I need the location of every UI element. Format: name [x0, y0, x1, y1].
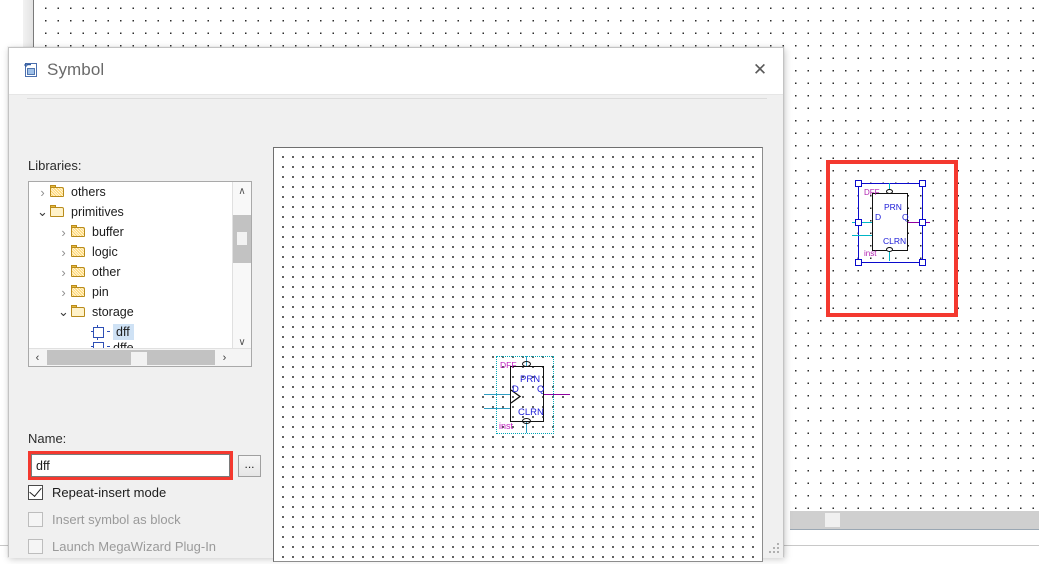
- symbol-pin-prn: PRN: [884, 202, 902, 212]
- selection-handle-tr[interactable]: [919, 180, 926, 187]
- tree-item-label: others: [71, 185, 106, 199]
- tree-hscroll-track[interactable]: [47, 350, 215, 365]
- checkbox-box-disabled: [28, 512, 43, 527]
- preview-pin-d: D: [512, 384, 519, 395]
- preview-pin-wire-q: [544, 394, 570, 396]
- folder-icon: [71, 245, 88, 258]
- tree-item-label: storage: [92, 305, 134, 319]
- chevron-right-icon[interactable]: ›: [35, 185, 50, 200]
- chevron-right-icon[interactable]: ›: [56, 265, 71, 280]
- selection-handle-tl[interactable]: [855, 180, 862, 187]
- check-icon: [29, 484, 42, 497]
- tree-item-storage[interactable]: ⌄ storage: [29, 302, 233, 322]
- close-icon[interactable]: ✕: [737, 48, 783, 92]
- dialog-titlebar: Symbol ✕: [9, 48, 783, 95]
- symbol-pin-clrn: CLRN: [883, 236, 907, 246]
- tree-item-pin[interactable]: › pin: [29, 282, 233, 302]
- checkbox-box-checked[interactable]: [28, 484, 43, 500]
- chevron-up-icon[interactable]: ∧: [233, 182, 251, 200]
- name-field-highlight: [28, 451, 233, 480]
- selection-handle-mr[interactable]: [919, 219, 926, 226]
- clrn-bubble-icon: [886, 247, 893, 252]
- folder-open-icon: [71, 305, 88, 318]
- symbol-dialog: Symbol ✕ Libraries: › others ⌄ primitives › b…: [8, 47, 784, 562]
- tree-item-label: other: [92, 265, 121, 279]
- preview-pin-wire-clk: [484, 408, 510, 410]
- tree-item-other[interactable]: › other: [29, 262, 233, 282]
- chevron-down-icon[interactable]: ⌄: [35, 205, 50, 218]
- folder-icon: [71, 285, 88, 298]
- tree-item-label: pin: [92, 285, 109, 299]
- tree-vscroll-grip: [237, 232, 247, 245]
- selection-handle-br[interactable]: [919, 259, 926, 266]
- preview-prn-bubble-icon: [522, 361, 531, 367]
- tree-vscroll-thumb[interactable]: [233, 215, 251, 263]
- symbol-document-icon: [24, 63, 37, 77]
- tree-hscroll-thumb[interactable]: [131, 352, 147, 365]
- preview-instance-label: inst: [499, 421, 514, 431]
- libraries-tree-list[interactable]: › others ⌄ primitives › buffer › logic › other › pi…: [29, 182, 233, 351]
- preview-pin-wire-d: [484, 394, 510, 396]
- tree-item-label: buffer: [92, 225, 124, 239]
- checkbox-launch-megawizard-plugin: Launch MegaWizard Plug-In: [28, 539, 216, 554]
- folder-icon: [50, 185, 67, 198]
- checkbox-box-disabled: [28, 539, 43, 554]
- checkbox-repeat-insert-mode[interactable]: Repeat-insert mode: [28, 484, 167, 500]
- symbol-pin-d: D: [875, 212, 882, 222]
- chevron-left-icon[interactable]: ‹: [29, 349, 46, 366]
- folder-icon: [71, 265, 88, 278]
- checkbox-label: Launch MegaWizard Plug-In: [52, 539, 217, 554]
- selection-handle-ml[interactable]: [855, 219, 862, 226]
- checkbox-label: Repeat-insert mode: [52, 485, 167, 500]
- tree-item-label: primitives: [71, 205, 124, 219]
- chevron-right-icon[interactable]: ›: [56, 225, 71, 240]
- checkbox-label: Insert symbol as block: [52, 512, 181, 527]
- chevron-right-icon[interactable]: ›: [216, 349, 233, 366]
- dialog-body: Libraries: › others ⌄ primitives › buffer › log…: [9, 95, 783, 562]
- tree-item-others[interactable]: › others: [29, 182, 233, 202]
- preview-library-label: DFF: [500, 360, 517, 370]
- tree-item-label: logic: [92, 245, 118, 259]
- libraries-tree[interactable]: › others ⌄ primitives › buffer › logic › other › pi…: [28, 181, 252, 367]
- libraries-label: Libraries:: [28, 158, 82, 173]
- tree-horizontal-scrollbar[interactable]: ‹ ›: [29, 348, 251, 366]
- tree-item-dff[interactable]: dff: [29, 322, 233, 342]
- preview-pin-q: Q: [537, 384, 545, 395]
- dialog-title: Symbol: [47, 60, 105, 79]
- pin-wire-clk: [852, 235, 872, 237]
- screen-root: DFF inst PRN CLRN D Q Search Symbol ✕: [0, 0, 1039, 564]
- placed-dff-symbol[interactable]: DFF inst PRN CLRN D Q: [852, 180, 930, 266]
- preview-clrn-bubble-icon: [522, 418, 531, 424]
- chevron-down-icon[interactable]: ⌄: [56, 305, 71, 318]
- tree-item-label: dff: [113, 324, 134, 340]
- tree-item-primitives[interactable]: ⌄ primitives: [29, 202, 233, 222]
- symbol-pin-q: Q: [902, 212, 909, 222]
- browse-button[interactable]: ...: [238, 455, 261, 477]
- chevron-right-icon[interactable]: ›: [56, 245, 71, 260]
- name-input[interactable]: [31, 454, 230, 477]
- tree-vertical-scrollbar[interactable]: ∧ ∨: [232, 182, 251, 351]
- name-label: Name:: [28, 431, 67, 446]
- checkbox-insert-symbol-as-block: Insert symbol as block: [28, 512, 181, 527]
- dialog-divider: [27, 98, 767, 99]
- selection-handle-bl[interactable]: [855, 259, 862, 266]
- pin-wire-clrn: [889, 251, 891, 261]
- folder-icon: [71, 225, 88, 238]
- editor-horizontal-scrollbar[interactable]: [790, 511, 1039, 530]
- preview-pin-clrn: CLRN: [518, 407, 544, 418]
- symbol-preview-panel[interactable]: DFF inst PRN CLRN D Q: [273, 147, 763, 562]
- chevron-right-icon[interactable]: ›: [56, 285, 71, 300]
- symbol-block-icon: [91, 324, 110, 340]
- folder-open-icon: [50, 205, 67, 218]
- symbol-library-label: DFF: [864, 188, 880, 197]
- tree-item-logic[interactable]: › logic: [29, 242, 233, 262]
- resize-grip-icon[interactable]: [768, 543, 780, 555]
- prn-bubble-icon: [886, 189, 893, 194]
- editor-hscroll-thumb[interactable]: [825, 513, 840, 527]
- preview-dff-symbol: DFF inst PRN CLRN D Q: [484, 356, 570, 434]
- tree-item-buffer[interactable]: › buffer: [29, 222, 233, 242]
- symbol-instance-label: inst: [864, 249, 877, 258]
